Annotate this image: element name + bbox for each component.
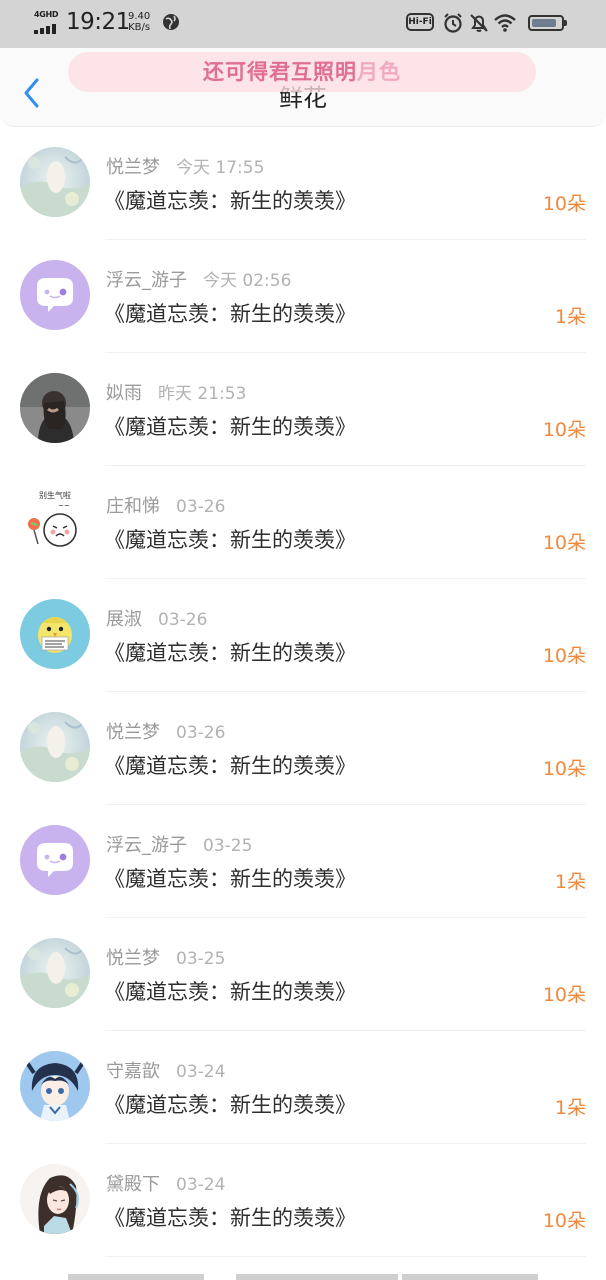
list-item[interactable]: 姒雨 昨天 21:53 《魔道忘羡：新生的羡羡》 10朵 bbox=[0, 353, 606, 466]
sender-info: 守嘉歆 03-24 bbox=[106, 1057, 225, 1083]
list-item[interactable]: 悦兰梦 03-25 《魔道忘羡：新生的羡羡》 10朵 bbox=[0, 918, 606, 1031]
book-title[interactable]: 《魔道忘羡：新生的羡羡》 bbox=[104, 750, 356, 780]
sent-time: 今天 02:56 bbox=[203, 271, 292, 291]
notification-banner[interactable]: 还可得君互照明月色 bbox=[68, 52, 536, 92]
list-item[interactable]: 悦兰梦 今天 17:55 《魔道忘羡：新生的羡羡》 10朵 bbox=[0, 127, 606, 240]
flower-count: 1朵 bbox=[554, 871, 586, 893]
book-title[interactable]: 《魔道忘羡：新生的羡羡》 bbox=[104, 298, 356, 328]
signal-icon: 4GHD bbox=[34, 10, 60, 34]
speed-value: 9.40 bbox=[128, 11, 151, 22]
sent-time: 03-24 bbox=[176, 1175, 226, 1195]
status-bar: 4GHD 19:21 9.40 KB/s Hi-Fi bbox=[0, 0, 606, 48]
divider bbox=[105, 1256, 586, 1257]
flower-count: 10朵 bbox=[542, 645, 586, 667]
battery-level bbox=[532, 19, 556, 27]
book-title[interactable]: 《魔道忘羡：新生的羡羡》 bbox=[104, 1202, 356, 1232]
avatar-anime-lady-icon[interactable] bbox=[20, 1164, 90, 1234]
book-title[interactable]: 《魔道忘羡：新生的羡羡》 bbox=[104, 863, 356, 893]
sender-name[interactable]: 庄和悌 bbox=[106, 496, 160, 517]
next-item-edge bbox=[68, 1274, 538, 1280]
flower-count: 10朵 bbox=[542, 984, 586, 1006]
sender-name[interactable]: 守嘉歆 bbox=[106, 1061, 160, 1082]
banner-text: 还可得君互照明 bbox=[203, 60, 357, 84]
avatar-girl-photo-icon[interactable] bbox=[20, 373, 90, 443]
network-speed: 9.40 KB/s bbox=[128, 11, 150, 33]
status-icons: Hi-Fi bbox=[406, 12, 576, 34]
sent-time: 03-25 bbox=[176, 949, 226, 969]
hifi-badge: Hi-Fi bbox=[406, 13, 434, 31]
sender-name[interactable]: 浮云_游子 bbox=[106, 835, 187, 856]
mute-bell-icon bbox=[470, 14, 488, 32]
sender-info: 姒雨 昨天 21:53 bbox=[106, 379, 246, 405]
avatar-landscape-icon[interactable] bbox=[20, 938, 90, 1008]
sender-info: 浮云_游子 03-25 bbox=[106, 831, 252, 857]
sender-name[interactable]: 黛殿下 bbox=[106, 1174, 160, 1195]
list-item[interactable]: 展淑 03-26 《魔道忘羡：新生的羡羡》 10朵 bbox=[0, 579, 606, 692]
flower-count: 10朵 bbox=[542, 419, 586, 441]
flower-count: 10朵 bbox=[542, 758, 586, 780]
flower-count: 1朵 bbox=[554, 1097, 586, 1119]
avatar-sticker-icon[interactable]: 别生气啦 ~~ bbox=[20, 486, 90, 556]
svg-text:别生气啦: 别生气啦 bbox=[39, 490, 71, 500]
avatar-anime-boy-icon[interactable] bbox=[20, 1051, 90, 1121]
sent-time: 03-24 bbox=[176, 1062, 226, 1082]
flower-gift-list: 悦兰梦 今天 17:55 《魔道忘羡：新生的羡羡》 10朵 浮云_游子 今天 02:56 《… bbox=[0, 127, 606, 1257]
flower-count: 10朵 bbox=[542, 1210, 586, 1232]
list-item[interactable]: 别生气啦 ~~ 庄和悌 03-26 《魔道忘羡：新生的羡羡》 10朵 bbox=[0, 466, 606, 579]
wifi-icon bbox=[494, 14, 516, 32]
sender-name[interactable]: 悦兰梦 bbox=[106, 722, 160, 743]
clock: 19:21 bbox=[66, 9, 130, 35]
sender-name[interactable]: 姒雨 bbox=[106, 383, 142, 404]
sent-time: 03-26 bbox=[176, 497, 226, 517]
sender-info: 展淑 03-26 bbox=[106, 605, 207, 631]
sent-time: 昨天 21:53 bbox=[158, 384, 247, 404]
network-type: 4GHD bbox=[34, 10, 59, 19]
avatar-yellow-bird-icon[interactable] bbox=[20, 599, 90, 669]
list-item[interactable]: 悦兰梦 03-26 《魔道忘羡：新生的羡羡》 10朵 bbox=[0, 692, 606, 805]
flower-count: 10朵 bbox=[542, 532, 586, 554]
book-title[interactable]: 《魔道忘羡：新生的羡羡》 bbox=[104, 185, 356, 215]
sent-time: 今天 17:55 bbox=[176, 158, 265, 178]
book-title[interactable]: 《魔道忘羡：新生的羡羡》 bbox=[104, 637, 356, 667]
globe-icon bbox=[163, 14, 179, 30]
avatar-landscape-icon[interactable] bbox=[20, 712, 90, 782]
avatar-chat-bubble-icon[interactable] bbox=[20, 260, 90, 330]
sender-name[interactable]: 展淑 bbox=[106, 609, 142, 630]
book-title[interactable]: 《魔道忘羡：新生的羡羡》 bbox=[104, 976, 356, 1006]
sender-name[interactable]: 悦兰梦 bbox=[106, 157, 160, 178]
battery-icon bbox=[528, 15, 567, 31]
list-item[interactable]: 浮云_游子 今天 02:56 《魔道忘羡：新生的羡羡》 1朵 bbox=[0, 240, 606, 353]
banner-text-fade: 月色 bbox=[357, 60, 401, 84]
alarm-icon bbox=[444, 13, 462, 33]
book-title[interactable]: 《魔道忘羡：新生的羡羡》 bbox=[104, 1089, 356, 1119]
app-header: 鲜花 还可得君互照明月色 bbox=[0, 48, 606, 127]
avatar-landscape-icon[interactable] bbox=[20, 147, 90, 217]
sender-info: 悦兰梦 今天 17:55 bbox=[106, 153, 264, 179]
sent-time: 03-25 bbox=[203, 836, 253, 856]
book-title[interactable]: 《魔道忘羡：新生的羡羡》 bbox=[104, 524, 356, 554]
sent-time: 03-26 bbox=[176, 723, 226, 743]
list-item[interactable]: 黛殿下 03-24 《魔道忘羡：新生的羡羡》 10朵 bbox=[0, 1144, 606, 1257]
sender-info: 庄和悌 03-26 bbox=[106, 492, 225, 518]
svg-text:~~: ~~ bbox=[58, 502, 70, 510]
flower-count: 1朵 bbox=[554, 306, 586, 328]
sender-info: 悦兰梦 03-25 bbox=[106, 944, 225, 970]
sender-info: 悦兰梦 03-26 bbox=[106, 718, 225, 744]
sent-time: 03-26 bbox=[158, 610, 208, 630]
avatar-chat-bubble-icon[interactable] bbox=[20, 825, 90, 895]
speed-unit: KB/s bbox=[128, 22, 151, 33]
sender-name[interactable]: 浮云_游子 bbox=[106, 270, 187, 291]
sender-info: 浮云_游子 今天 02:56 bbox=[106, 266, 291, 292]
list-item[interactable]: 浮云_游子 03-25 《魔道忘羡：新生的羡羡》 1朵 bbox=[0, 805, 606, 918]
book-title[interactable]: 《魔道忘羡：新生的羡羡》 bbox=[104, 411, 356, 441]
flower-count: 10朵 bbox=[542, 193, 586, 215]
list-item[interactable]: 守嘉歆 03-24 《魔道忘羡：新生的羡羡》 1朵 bbox=[0, 1031, 606, 1144]
sender-name[interactable]: 悦兰梦 bbox=[106, 948, 160, 969]
sender-info: 黛殿下 03-24 bbox=[106, 1170, 225, 1196]
